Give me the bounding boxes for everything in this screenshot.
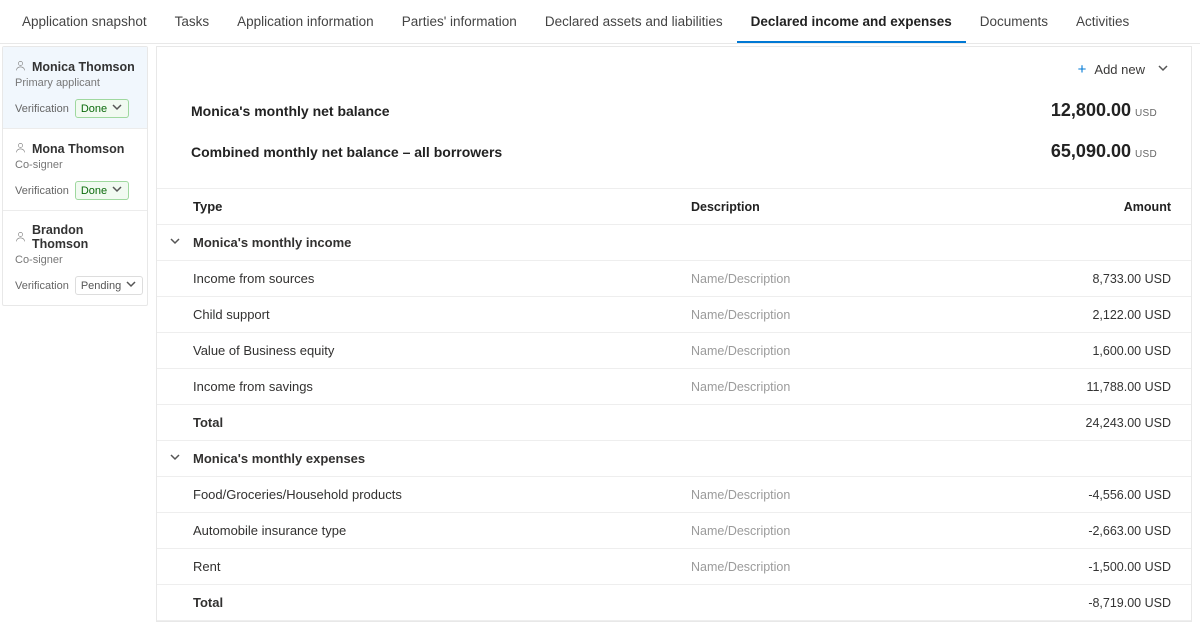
row-type: Income from sources xyxy=(193,271,691,286)
row-amount: -1,500.00 USD xyxy=(951,560,1171,574)
row-type: Income from savings xyxy=(193,379,691,394)
total-amount: -8,719.00 USD xyxy=(951,596,1171,610)
row-amount: 1,600.00 USD xyxy=(951,344,1171,358)
total-label: Total xyxy=(193,595,691,610)
chevron-down-icon xyxy=(169,451,181,466)
chevron-down-icon xyxy=(125,278,137,293)
tab-application-snapshot[interactable]: Application snapshot xyxy=(8,0,161,43)
grid-row[interactable]: Value of Business equity Name/Descriptio… xyxy=(157,333,1191,369)
plus-icon: + xyxy=(1078,61,1087,78)
row-amount: 8,733.00 USD xyxy=(951,272,1171,286)
row-type: Value of Business equity xyxy=(193,343,691,358)
row-description: Name/Description xyxy=(691,380,951,394)
section-total-row: Total -8,719.00 USD xyxy=(157,585,1191,621)
row-description: Name/Description xyxy=(691,560,951,574)
row-description: Name/Description xyxy=(691,308,951,322)
tab-declared-income-expenses[interactable]: Declared income and expenses xyxy=(737,0,966,43)
tab-bar: Application snapshot Tasks Application i… xyxy=(0,0,1200,44)
section-title: Monica's monthly income xyxy=(193,235,691,250)
chevron-down-icon xyxy=(169,235,181,250)
applicant-card[interactable]: Monica Thomson Primary applicant Verific… xyxy=(3,47,147,129)
row-type: Automobile insurance type xyxy=(193,523,691,538)
verification-status-badge[interactable]: Done xyxy=(75,99,129,118)
verification-status-badge[interactable]: Pending xyxy=(75,276,143,295)
verification-status-badge[interactable]: Done xyxy=(75,181,129,200)
column-header-amount[interactable]: Amount xyxy=(951,200,1171,214)
applicant-card[interactable]: Brandon Thomson Co-signer Verification P… xyxy=(3,211,147,305)
summary-label: Combined monthly net balance – all borro… xyxy=(191,144,502,160)
person-icon xyxy=(15,230,26,245)
row-type: Rent xyxy=(193,559,691,574)
total-label: Total xyxy=(193,415,691,430)
tab-application-information[interactable]: Application information xyxy=(223,0,388,43)
tab-tasks[interactable]: Tasks xyxy=(161,0,224,43)
applicant-name: Mona Thomson xyxy=(32,142,124,156)
tab-parties-information[interactable]: Parties' information xyxy=(388,0,531,43)
applicant-card[interactable]: Mona Thomson Co-signer Verification Done xyxy=(3,129,147,211)
income-expense-grid: Type Description Amount Monica's monthly… xyxy=(157,188,1191,621)
applicant-sidebar: Monica Thomson Primary applicant Verific… xyxy=(2,46,148,306)
row-description: Name/Description xyxy=(691,488,951,502)
applicant-role: Primary applicant xyxy=(15,77,135,89)
column-header-description[interactable]: Description xyxy=(691,200,951,214)
tab-declared-assets-liabilities[interactable]: Declared assets and liabilities xyxy=(531,0,737,43)
verification-label: Verification xyxy=(15,280,69,292)
chevron-down-icon xyxy=(111,101,123,116)
add-new-button[interactable]: + Add new xyxy=(1078,61,1169,78)
chevron-down-icon xyxy=(111,183,123,198)
grid-row[interactable]: Automobile insurance type Name/Descripti… xyxy=(157,513,1191,549)
add-new-label: Add new xyxy=(1094,62,1145,77)
applicant-name: Monica Thomson xyxy=(32,60,135,74)
section-header-expenses[interactable]: Monica's monthly expenses xyxy=(157,441,1191,477)
applicant-name: Brandon Thomson xyxy=(32,223,135,251)
column-header-type[interactable]: Type xyxy=(193,199,691,214)
row-description: Name/Description xyxy=(691,344,951,358)
grid-row[interactable]: Income from sources Name/Description 8,7… xyxy=(157,261,1191,297)
applicant-role: Co-signer xyxy=(15,254,135,266)
person-icon xyxy=(15,59,26,74)
section-total-row: Total 24,243.00 USD xyxy=(157,405,1191,441)
grid-row[interactable]: Child support Name/Description 2,122.00 … xyxy=(157,297,1191,333)
row-amount: 11,788.00 USD xyxy=(951,380,1171,394)
verification-label: Verification xyxy=(15,185,69,197)
verification-label: Verification xyxy=(15,103,69,115)
section-header-income[interactable]: Monica's monthly income xyxy=(157,225,1191,261)
summary-amount: 65,090.00USD xyxy=(1051,141,1157,162)
row-type: Food/Groceries/Household products xyxy=(193,487,691,502)
summary-label: Monica's monthly net balance xyxy=(191,103,390,119)
content-area: + Add new Monica's monthly net balance 1… xyxy=(156,46,1192,622)
row-description: Name/Description xyxy=(691,272,951,286)
chevron-down-icon xyxy=(1157,62,1169,77)
grid-row[interactable]: Income from savings Name/Description 11,… xyxy=(157,369,1191,405)
summary-amount: 12,800.00USD xyxy=(1051,100,1157,121)
row-amount: 2,122.00 USD xyxy=(951,308,1171,322)
grid-row[interactable]: Rent Name/Description -1,500.00 USD xyxy=(157,549,1191,585)
grid-row[interactable]: Food/Groceries/Household products Name/D… xyxy=(157,477,1191,513)
row-amount: -2,663.00 USD xyxy=(951,524,1171,538)
row-amount: -4,556.00 USD xyxy=(951,488,1171,502)
total-amount: 24,243.00 USD xyxy=(951,416,1171,430)
row-type: Child support xyxy=(193,307,691,322)
section-title: Monica's monthly expenses xyxy=(193,451,691,466)
tab-activities[interactable]: Activities xyxy=(1062,0,1143,43)
balance-summary: Monica's monthly net balance 12,800.00US… xyxy=(157,90,1191,188)
row-description: Name/Description xyxy=(691,524,951,538)
applicant-role: Co-signer xyxy=(15,159,135,171)
person-icon xyxy=(15,141,26,156)
tab-documents[interactable]: Documents xyxy=(966,0,1062,43)
